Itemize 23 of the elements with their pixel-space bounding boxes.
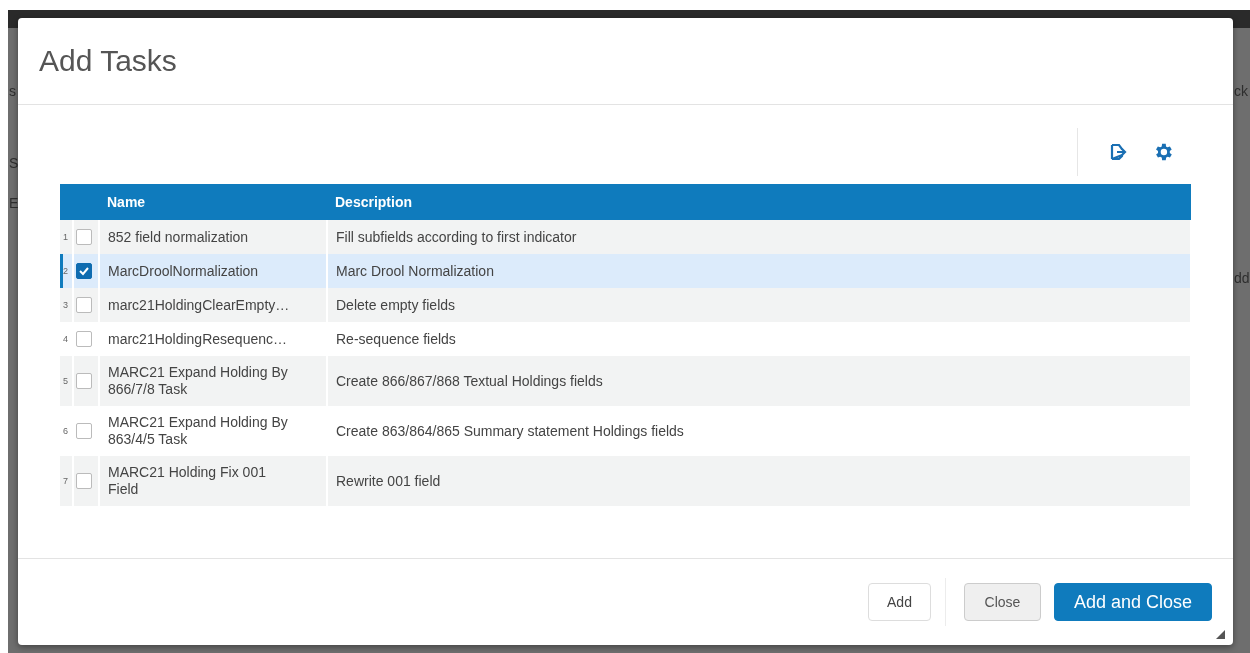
row-number: 7 <box>60 456 73 506</box>
primary-button[interactable]: Add and Close <box>1054 583 1212 621</box>
column-header[interactable]: Name <box>99 184 327 220</box>
checkbox[interactable] <box>76 473 92 489</box>
dialog-button[interactable]: Close <box>964 583 1041 621</box>
checkbox[interactable] <box>76 331 92 347</box>
checkbox[interactable] <box>76 373 92 389</box>
background-text: dd <box>1234 270 1250 286</box>
background-text: E <box>9 195 19 211</box>
column-header[interactable]: Description <box>327 184 1191 220</box>
checkbox[interactable] <box>76 263 92 279</box>
background-text: S <box>9 155 19 171</box>
checkbox[interactable] <box>76 229 92 245</box>
table-cell: MARC21 Holding Fix 001 Field <box>99 456 327 506</box>
background-text: s <box>9 83 16 99</box>
table-cell: Rewrite 001 field <box>327 456 1191 506</box>
resize-grip-icon[interactable] <box>1216 630 1225 639</box>
checkbox[interactable] <box>76 423 92 439</box>
dialog-button[interactable]: Add <box>868 583 931 621</box>
dialog-title: Add Tasks <box>39 44 177 78</box>
checkbox[interactable] <box>76 297 92 313</box>
background-text: ck <box>1234 83 1248 99</box>
row-number: 2 <box>60 254 73 288</box>
